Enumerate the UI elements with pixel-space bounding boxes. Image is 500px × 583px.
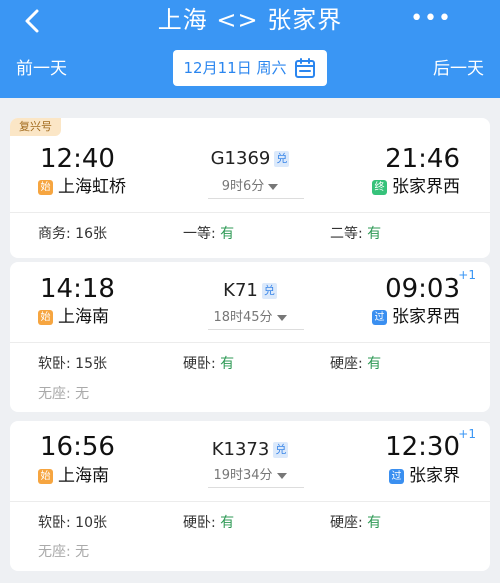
duration-text: 19时34分 bbox=[213, 468, 273, 483]
arrival-station: 终 张家界西 bbox=[372, 176, 460, 198]
divider bbox=[10, 342, 490, 343]
arrival-station: 过 张家界西 bbox=[372, 306, 460, 328]
duration-underline bbox=[208, 329, 304, 330]
chevron-down-icon bbox=[276, 315, 287, 321]
seat-value: 无 bbox=[75, 544, 90, 560]
date-label: 12月11日 周六 bbox=[183, 59, 287, 77]
exchange-tag: 兑 bbox=[274, 151, 290, 167]
pass-through-tag: 过 bbox=[389, 468, 404, 484]
exchange-tag: 兑 bbox=[261, 283, 277, 299]
chevron-down-icon bbox=[268, 184, 279, 190]
seat-value: 10张 bbox=[75, 515, 107, 531]
arrival-station: 过 张家界 bbox=[389, 465, 460, 487]
duration-text: 18时45分 bbox=[213, 310, 273, 325]
train-number-text: G1369 bbox=[210, 148, 271, 169]
seat-label: 商务: bbox=[38, 226, 76, 242]
seat-value: 无 bbox=[75, 386, 90, 402]
seat-value: 有 bbox=[367, 515, 382, 531]
more-menu-icon[interactable]: ••• bbox=[410, 4, 452, 34]
seat-label: 硬卧: bbox=[183, 356, 221, 372]
seat-label: 硬卧: bbox=[183, 515, 221, 531]
train-card[interactable]: 14:18 始 上海南 K71 兑 18时45分 09:03 +1 过 张家界西… bbox=[10, 262, 490, 412]
next-day-button[interactable]: 后一天 bbox=[433, 57, 484, 81]
date-picker[interactable]: 12月11日 周六 bbox=[173, 50, 327, 86]
seat-value: 有 bbox=[220, 226, 235, 242]
seat-label: 无座: bbox=[38, 386, 76, 402]
seat-value: 有 bbox=[367, 226, 382, 242]
seat-label: 一等: bbox=[183, 226, 221, 242]
train-number-text: K71 bbox=[223, 280, 258, 301]
duration-underline bbox=[208, 487, 304, 488]
arrival-time: 12:30 bbox=[385, 432, 460, 462]
seat-availability: 二等: 有 bbox=[330, 224, 381, 244]
seat-value: 16张 bbox=[75, 226, 107, 242]
seat-value: 15张 bbox=[75, 356, 107, 372]
seat-availability: 无座: 无 bbox=[38, 542, 89, 562]
seat-availability: 硬座: 有 bbox=[330, 513, 381, 533]
previous-day-button[interactable]: 前一天 bbox=[16, 57, 67, 81]
seat-availability: 商务: 16张 bbox=[38, 224, 107, 244]
seat-value: 有 bbox=[220, 515, 235, 531]
next-day-indicator: +1 bbox=[458, 268, 476, 282]
duration-text: 9时6分 bbox=[221, 179, 265, 194]
train-number-text: K1373 bbox=[211, 439, 270, 460]
chevron-down-icon bbox=[276, 473, 287, 479]
arrival-station-name: 张家界西 bbox=[392, 177, 460, 197]
arrival-station-name: 张家界 bbox=[409, 466, 460, 486]
seat-availability: 硬卧: 有 bbox=[183, 513, 234, 533]
seat-availability: 软卧: 10张 bbox=[38, 513, 107, 533]
seat-label: 硬座: bbox=[330, 515, 368, 531]
divider bbox=[10, 212, 490, 213]
seat-value: 有 bbox=[367, 356, 382, 372]
seat-label: 二等: bbox=[330, 226, 368, 242]
divider bbox=[10, 501, 490, 502]
top-bar: 上海 <> 张家界 ••• 前一天 12月11日 周六 后一天 bbox=[0, 0, 500, 98]
seat-value: 有 bbox=[220, 356, 235, 372]
seat-label: 硬座: bbox=[330, 356, 368, 372]
seat-availability: 软卧: 15张 bbox=[38, 354, 107, 374]
train-card[interactable]: 16:56 始 上海南 K1373 兑 19时34分 12:30 +1 过 张家… bbox=[10, 421, 490, 571]
duration-underline bbox=[208, 198, 304, 199]
seat-label: 无座: bbox=[38, 544, 76, 560]
end-tag: 终 bbox=[372, 179, 387, 195]
seat-label: 软卧: bbox=[38, 515, 76, 531]
arrival-station-name: 张家界西 bbox=[392, 307, 460, 327]
arrival-time: 21:46 bbox=[385, 144, 460, 174]
exchange-tag: 兑 bbox=[273, 442, 289, 458]
seat-availability: 硬座: 有 bbox=[330, 354, 381, 374]
seat-availability: 一等: 有 bbox=[183, 224, 234, 244]
train-card[interactable]: 复兴号 12:40 始 上海虹桥 G1369 兑 9时6分 21:46 终 张家… bbox=[10, 118, 490, 258]
arrival-time: 09:03 bbox=[385, 274, 460, 304]
seat-availability: 硬卧: 有 bbox=[183, 354, 234, 374]
seat-availability: 无座: 无 bbox=[38, 384, 89, 404]
calendar-icon bbox=[295, 58, 316, 78]
seat-label: 软卧: bbox=[38, 356, 76, 372]
fuxing-badge: 复兴号 bbox=[10, 118, 61, 136]
pass-through-tag: 过 bbox=[372, 309, 387, 325]
next-day-indicator: +1 bbox=[458, 427, 476, 441]
